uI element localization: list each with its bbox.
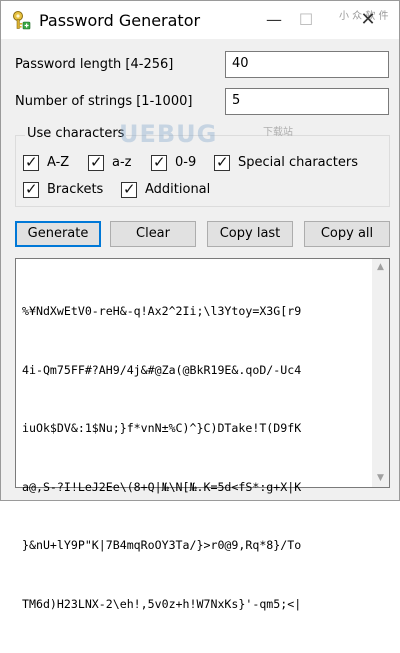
scroll-down-icon[interactable]: ▼ [372,470,389,487]
password-length-label: Password length [4-256] [15,57,174,72]
generate-button[interactable]: Generate [15,221,101,247]
check-icon: ✓ [25,153,38,171]
check-icon: ✓ [123,180,136,198]
checkbox-label: Brackets [47,182,104,197]
window-title: Password Generator [39,11,201,30]
password-line: iuOk$DV&:1$Nu;}f*vnN±%C)^}C)DTake!T(D9fK [22,421,302,435]
checkbox-label: Additional [145,182,211,197]
check-icon: ✓ [25,180,38,198]
check-icon: ✓ [153,153,166,171]
vertical-scrollbar[interactable]: ▲ ▼ [372,259,389,487]
password-line: a@,S-?I!LeJ2Ee\(8+Q|№\N[№.K=5d<fS*:g+X|K [22,479,302,494]
number-of-strings-label: Number of strings [1-1000] [15,94,193,109]
checkbox-box[interactable]: ✓ [23,180,39,198]
number-of-strings-input[interactable]: 5 [225,88,389,115]
title-bar[interactable]: Password Generator 小 众 软 件 — ☐ ✕ [1,1,399,39]
generated-passwords[interactable]: %¥NdXwEtV0-reH&-q!Ax2^2Ii;\l3Ytoy=X3G[r9… [22,263,358,653]
password-line: 4i-Qm75FF#?AH9/4j&#@Za(@BkR19E&.qoD/-Uc4 [22,362,302,377]
checkbox-box[interactable]: ✓ [214,153,230,171]
check-icon: ✓ [90,153,103,171]
checkbox-box[interactable]: ✓ [23,153,39,171]
site-watermark: UEBUG [119,120,218,148]
checkbox-label: 0-9 [175,155,197,170]
key-icon [13,11,31,30]
checkbox-label: A-Z [47,155,70,170]
checkbox-label: Special characters [238,155,358,170]
checkbox-label: a-z [112,155,132,170]
checkbox-box[interactable]: ✓ [88,153,104,171]
use-characters-title: Use characters [25,126,127,141]
password-line: TM6d)H23LNX-2\eh!,5v0z+h!W7NxKs}'-qm5;<| [22,596,302,611]
scroll-up-icon[interactable]: ▲ [372,259,389,276]
checkbox-box[interactable]: ✓ [121,180,137,198]
site-watermark-sub: 下载站 [263,127,293,138]
copy-last-button[interactable]: Copy last [207,221,293,247]
close-button[interactable]: ✕ [353,5,383,35]
clear-button[interactable]: Clear [110,221,196,247]
password-generator-window: Password Generator 小 众 软 件 — ☐ ✕ Passwor… [0,0,400,611]
checkbox-box[interactable]: ✓ [151,153,167,171]
maximize-button[interactable]: ☐ [291,5,321,35]
copy-all-button[interactable]: Copy all [304,221,390,247]
minimize-button[interactable]: — [259,5,289,35]
password-line: }&nU+lY9P"K|7B4mqRoOY3Ta/}>r0@9,Rq*8}/To [22,538,302,552]
password-length-input[interactable]: 40 [225,51,389,78]
output-textarea[interactable]: %¥NdXwEtV0-reH&-q!Ax2^2Ii;\l3Ytoy=X3G[r9… [15,258,390,611]
password-line: %¥NdXwEtV0-reH&-q!Ax2^2Ii;\l3Ytoy=X3G[r9 [22,304,302,318]
check-icon: ✓ [216,153,229,171]
